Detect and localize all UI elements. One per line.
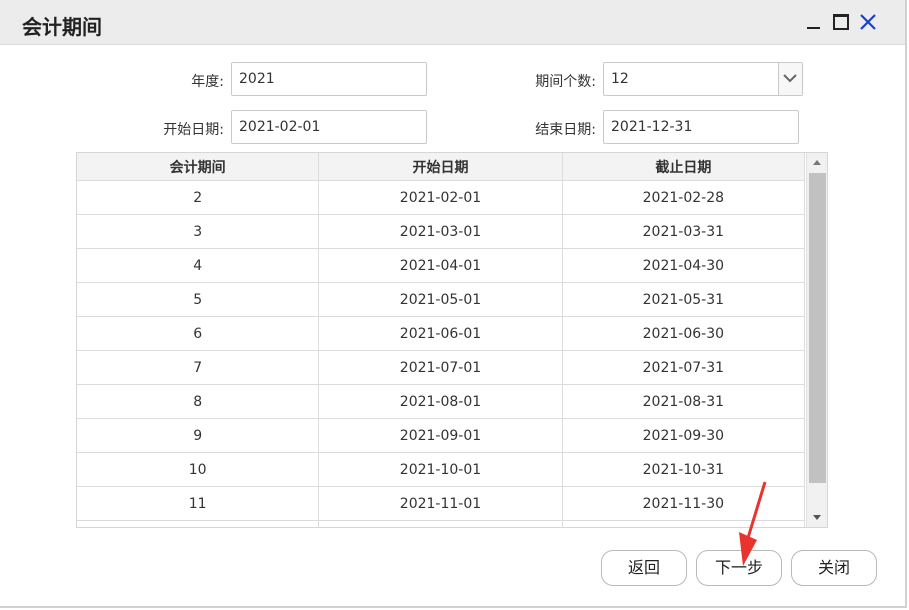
period-cell: 11 xyxy=(77,486,320,521)
start-date-cell: 2021-09-01 xyxy=(318,418,563,453)
table-row[interactable]: 7 2021-07-01 2021-07-31 xyxy=(77,350,806,385)
start-date-label: 开始日期: xyxy=(163,122,224,138)
end-date-cell: 2021-02-28 xyxy=(562,180,806,215)
period-cell: 8 xyxy=(77,384,320,419)
table-row[interactable]: 8 2021-08-01 2021-08-31 xyxy=(77,384,806,419)
table-row[interactable]: 4 2021-04-01 2021-04-30 xyxy=(77,248,806,283)
year-label: 年度: xyxy=(191,74,224,90)
period-table: 会计期间 开始日期 截止日期 2 2021-02-01 2021-02-28 3 20… xyxy=(76,152,828,528)
scroll-down-icon[interactable] xyxy=(807,509,827,527)
end-date-cell: 2021-04-30 xyxy=(562,248,806,283)
start-date-cell: 2021-02-01 xyxy=(318,180,563,215)
table-header-row: 会计期间 开始日期 截止日期 xyxy=(77,153,806,181)
period-cell: 4 xyxy=(77,248,320,283)
start-date-cell: 2021-08-01 xyxy=(318,384,563,419)
maximize-icon[interactable] xyxy=(831,12,851,32)
start-date-cell: 2021-04-01 xyxy=(318,248,563,283)
year-input[interactable]: 2021 xyxy=(231,62,427,96)
table-row[interactable]: 5 2021-05-01 2021-05-31 xyxy=(77,282,806,317)
start-date-cell: 2021-05-01 xyxy=(318,282,563,317)
end-date-cell: 2021-09-30 xyxy=(562,418,806,453)
end-date-cell: 2021-03-31 xyxy=(562,214,806,249)
start-date-cell: 2021-06-01 xyxy=(318,316,563,351)
accounting-period-dialog: 会计期间 年度: 2021 期间个数: 12 开始日期: 2021-02-01 … xyxy=(0,0,907,608)
period-cell: 9 xyxy=(77,418,320,453)
period-cell: 2 xyxy=(77,180,320,215)
period-cell: 3 xyxy=(77,214,320,249)
close-icon[interactable] xyxy=(858,12,878,32)
period-count-select[interactable]: 12 xyxy=(603,62,803,96)
end-date-label: 结束日期: xyxy=(535,122,596,138)
table-row[interactable]: 11 2021-11-01 2021-11-30 xyxy=(77,486,806,521)
table-row[interactable]: 10 2021-10-01 2021-10-31 xyxy=(77,452,806,487)
table-row[interactable] xyxy=(77,520,806,527)
scroll-thumb[interactable] xyxy=(809,173,826,483)
annotation-arrow-icon xyxy=(739,481,767,566)
start-date-input[interactable]: 2021-02-01 xyxy=(231,110,427,144)
period-cell: 7 xyxy=(77,350,320,385)
end-date-input[interactable]: 2021-12-31 xyxy=(603,110,799,144)
period-count-value: 12 xyxy=(611,71,629,87)
dialog-title: 会计期间 xyxy=(22,15,102,39)
column-header-period[interactable]: 会计期间 xyxy=(77,153,320,181)
scroll-up-icon[interactable] xyxy=(807,153,827,171)
start-date-cell: 2021-07-01 xyxy=(318,350,563,385)
column-header-end-date[interactable]: 截止日期 xyxy=(562,153,806,181)
column-header-start-date[interactable]: 开始日期 xyxy=(318,153,563,181)
end-date-cell: 2021-07-31 xyxy=(562,350,806,385)
minimize-icon[interactable] xyxy=(804,12,824,32)
end-date-cell: 2021-06-30 xyxy=(562,316,806,351)
table-row[interactable]: 2 2021-02-01 2021-02-28 xyxy=(77,180,806,215)
title-bar: 会计期间 xyxy=(0,0,905,45)
vertical-scrollbar[interactable] xyxy=(806,153,827,527)
period-cell: 5 xyxy=(77,282,320,317)
table-row[interactable]: 9 2021-09-01 2021-09-30 xyxy=(77,418,806,453)
end-date-cell: 2021-05-31 xyxy=(562,282,806,317)
back-button[interactable]: 返回 xyxy=(601,550,687,586)
table-row[interactable]: 6 2021-06-01 2021-06-30 xyxy=(77,316,806,351)
table-row[interactable]: 3 2021-03-01 2021-03-31 xyxy=(77,214,806,249)
start-date-cell: 2021-11-01 xyxy=(318,486,563,521)
period-count-label: 期间个数: xyxy=(535,74,596,90)
start-date-cell: 2021-10-01 xyxy=(318,452,563,487)
period-cell: 10 xyxy=(77,452,320,487)
chevron-down-icon[interactable] xyxy=(778,63,802,95)
end-date-cell: 2021-08-31 xyxy=(562,384,806,419)
start-date-cell: 2021-03-01 xyxy=(318,214,563,249)
close-button[interactable]: 关闭 xyxy=(791,550,877,586)
period-cell: 6 xyxy=(77,316,320,351)
